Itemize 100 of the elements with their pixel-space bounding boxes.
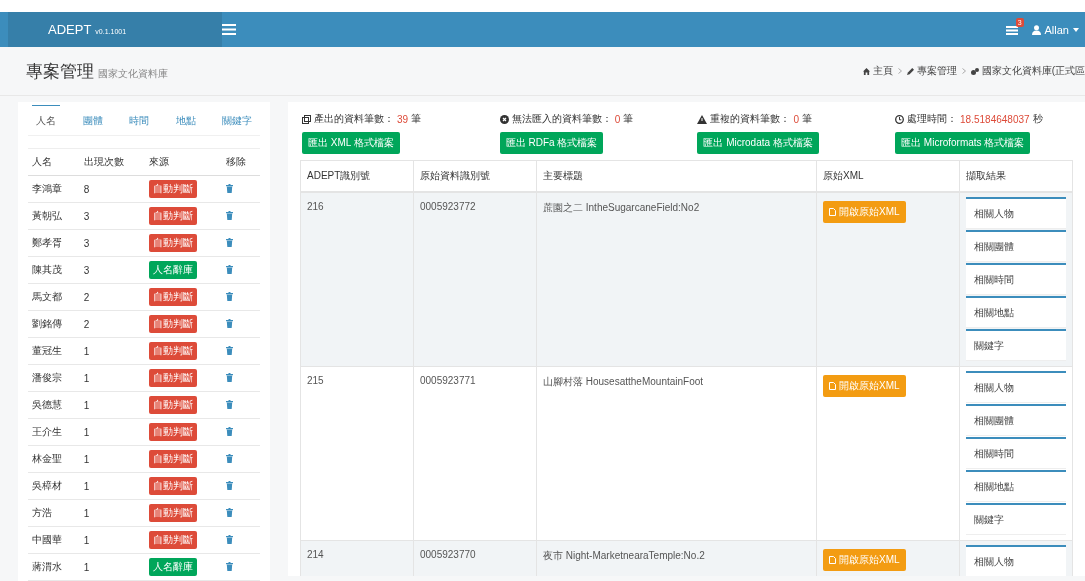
table-cell: 黃朝弘	[28, 202, 80, 230]
table-cell: 董冠生	[28, 337, 80, 365]
trash-icon[interactable]	[225, 399, 233, 409]
trash-icon[interactable]	[225, 183, 233, 193]
trash-icon[interactable]	[225, 426, 233, 436]
column-header: 來源	[145, 148, 222, 176]
trash-icon[interactable]	[225, 534, 233, 544]
result-button[interactable]: 相關團體	[966, 404, 1066, 436]
source-badge: 自動判斷	[149, 288, 198, 306]
page-title: 專案管理	[26, 60, 94, 83]
trash-icon[interactable]	[225, 291, 233, 301]
table-cell: 1	[79, 499, 146, 527]
breadcrumb-link[interactable]: 主頁	[872, 64, 893, 78]
source-badge: 人名辭庫	[149, 261, 198, 279]
table-cell: 蔣渭水	[28, 553, 80, 581]
trash-icon[interactable]	[225, 318, 233, 328]
column-header: 出現次數	[79, 148, 146, 176]
stat-value: 39	[397, 113, 409, 125]
result-button[interactable]: 關鍵字	[966, 329, 1066, 361]
table-cell: 中國華	[28, 526, 80, 554]
chevron-icon	[961, 68, 966, 74]
result-button[interactable]: 相關時間	[966, 263, 1066, 295]
source-badge: 自動判斷	[149, 369, 198, 387]
table-cell: 8	[79, 175, 146, 203]
result-button[interactable]: 相關人物	[966, 545, 1066, 576]
table-cell: 1	[79, 472, 146, 500]
source-badge: 自動判斷	[149, 423, 198, 441]
stat-label: 處理時間：	[907, 112, 958, 126]
stat-unit: 秒	[1032, 112, 1043, 126]
entity-tab[interactable]: 人名	[32, 105, 60, 136]
entity-tab[interactable]: 關鍵字	[218, 105, 256, 136]
list-icon[interactable]	[1005, 24, 1018, 35]
table-cell: 216	[300, 192, 414, 367]
entity-tab[interactable]: 時間	[125, 105, 153, 136]
table-cell: 劉銘傳	[28, 310, 80, 338]
table-cell: 蔗園之二 IntheSugarcaneField:No2	[536, 192, 817, 367]
user-menu[interactable]: Allan	[1031, 23, 1079, 36]
source-badge: 自動判斷	[149, 234, 198, 252]
table-cell: 王介生	[28, 418, 80, 446]
stat-value: 0	[793, 113, 799, 125]
result-button[interactable]: 相關人物	[966, 197, 1066, 229]
source-badge: 自動判斷	[149, 504, 198, 522]
table-cell: 吳德慧	[28, 391, 80, 419]
table-cell: 陳其茂	[28, 256, 80, 284]
stat-label: 產出的資料筆數：	[314, 112, 394, 126]
table-cell: 1	[79, 553, 146, 581]
result-button[interactable]: 關鍵字	[966, 503, 1066, 535]
pencil-icon	[906, 67, 914, 75]
table-cell: 2	[79, 283, 146, 311]
source-badge: 自動判斷	[149, 531, 198, 549]
stat-unit: 筆	[623, 112, 634, 126]
warning-icon	[697, 114, 708, 124]
result-button[interactable]: 相關人物	[966, 371, 1066, 403]
trash-icon[interactable]	[225, 237, 233, 247]
result-button[interactable]: 相關團體	[966, 230, 1066, 262]
close-circle-icon	[499, 114, 509, 124]
trash-icon[interactable]	[225, 453, 233, 463]
table-cell: 方浩	[28, 499, 80, 527]
table-cell: 1	[79, 337, 146, 365]
stat-unit: 筆	[801, 112, 812, 126]
table-cell: 1	[79, 526, 146, 554]
trash-icon[interactable]	[225, 480, 233, 490]
trash-icon[interactable]	[225, 264, 233, 274]
file-icon	[829, 556, 836, 564]
table-cell: 1	[79, 391, 146, 419]
trash-icon[interactable]	[225, 372, 233, 382]
stat-label: 重複的資料筆數：	[710, 112, 791, 126]
source-badge: 人名辭庫	[149, 558, 198, 576]
column-header: 移除	[221, 148, 260, 176]
brand-name[interactable]: ADEPT	[48, 22, 92, 37]
table-cell: 214	[300, 540, 414, 576]
trash-icon[interactable]	[225, 210, 233, 220]
table-cell: 3	[79, 202, 146, 230]
source-badge: 自動判斷	[149, 180, 198, 198]
home-icon	[862, 67, 870, 75]
table-cell: 3	[79, 256, 146, 284]
file-icon	[829, 382, 836, 390]
breadcrumb-link[interactable]: 專案管理	[916, 64, 957, 78]
source-badge: 自動判斷	[149, 450, 198, 468]
result-button[interactable]: 相關地點	[966, 296, 1066, 328]
user-icon	[1031, 24, 1041, 35]
menu-icon[interactable]	[222, 24, 236, 35]
table-cell: 潘俊宗	[28, 364, 80, 392]
copy-icon	[302, 114, 311, 124]
source-badge: 自動判斷	[149, 315, 198, 333]
chevron-icon	[897, 68, 902, 74]
stat-value: 18.5184648037	[960, 113, 1030, 125]
result-button[interactable]: 相關地點	[966, 470, 1066, 502]
trash-icon[interactable]	[225, 345, 233, 355]
stat-value: 0	[614, 113, 621, 125]
entity-tab[interactable]: 地點	[171, 105, 200, 136]
entity-tab[interactable]: 團體	[78, 105, 107, 136]
table-cell: 2	[79, 310, 146, 338]
result-button[interactable]: 相關時間	[966, 437, 1066, 469]
trash-icon[interactable]	[225, 561, 233, 571]
file-icon	[829, 208, 836, 216]
table-cell: 1	[79, 418, 146, 446]
trash-icon[interactable]	[225, 507, 233, 517]
table-cell: 1	[79, 364, 146, 392]
table-cell: 0005923771	[413, 366, 537, 541]
